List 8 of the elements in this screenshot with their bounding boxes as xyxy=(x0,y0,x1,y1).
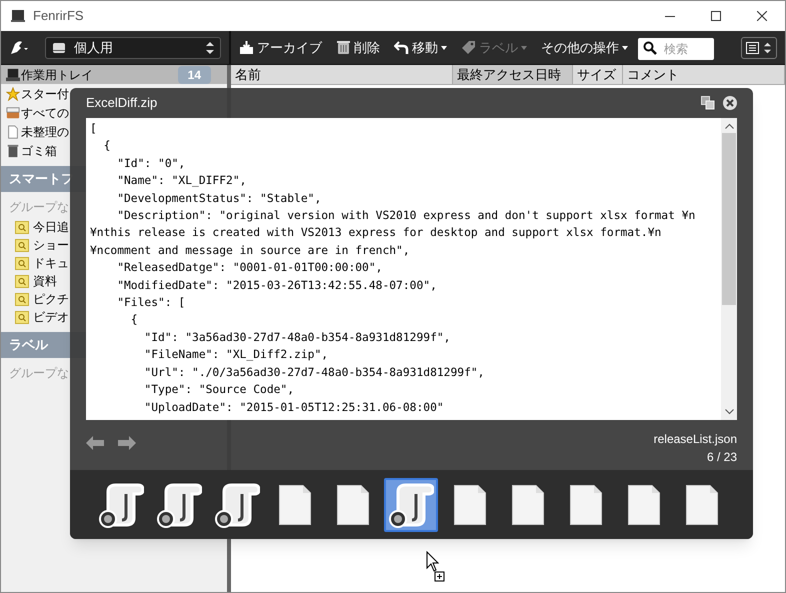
window-title: FenrirFS xyxy=(33,7,84,26)
code-text: [ { "Id": "0", "Name": "XL_DIFF2", "DevelopmentStatus": "Stable", "Description": "original version with VS2010 express and don't support xlsx format ¥n ¥nthis release is created with VS2013 express for desktop and support xlsx format.¥n ¥ncomment and message in source are in french", "ReleasedDatge": "0001-01-01T00:00:00", "ModifiedDate": "2015-03-26T13:42:55.48-07:00", "Files": [ { "Id": "3a56ad30-27d7-48a0-b354-8a931d81299f", "FileName": "XL_Diff2.zip", "Url": "./0/3a56ad30-27d7-48a0-b354-8a931d81299f", "Type": "Source Code", "UploadDate": "2015-01-05T12:25:31.06-08:00" xyxy=(89,121,696,416)
count-badge: 14 xyxy=(178,66,211,84)
file-name: releaseList.json xyxy=(654,431,737,448)
group-label: グループな xyxy=(9,365,69,382)
preview-title: ExcelDiff.zip xyxy=(86,94,158,112)
group-label: グループな xyxy=(9,199,69,216)
page-counter: 6 / 23 xyxy=(706,449,737,466)
